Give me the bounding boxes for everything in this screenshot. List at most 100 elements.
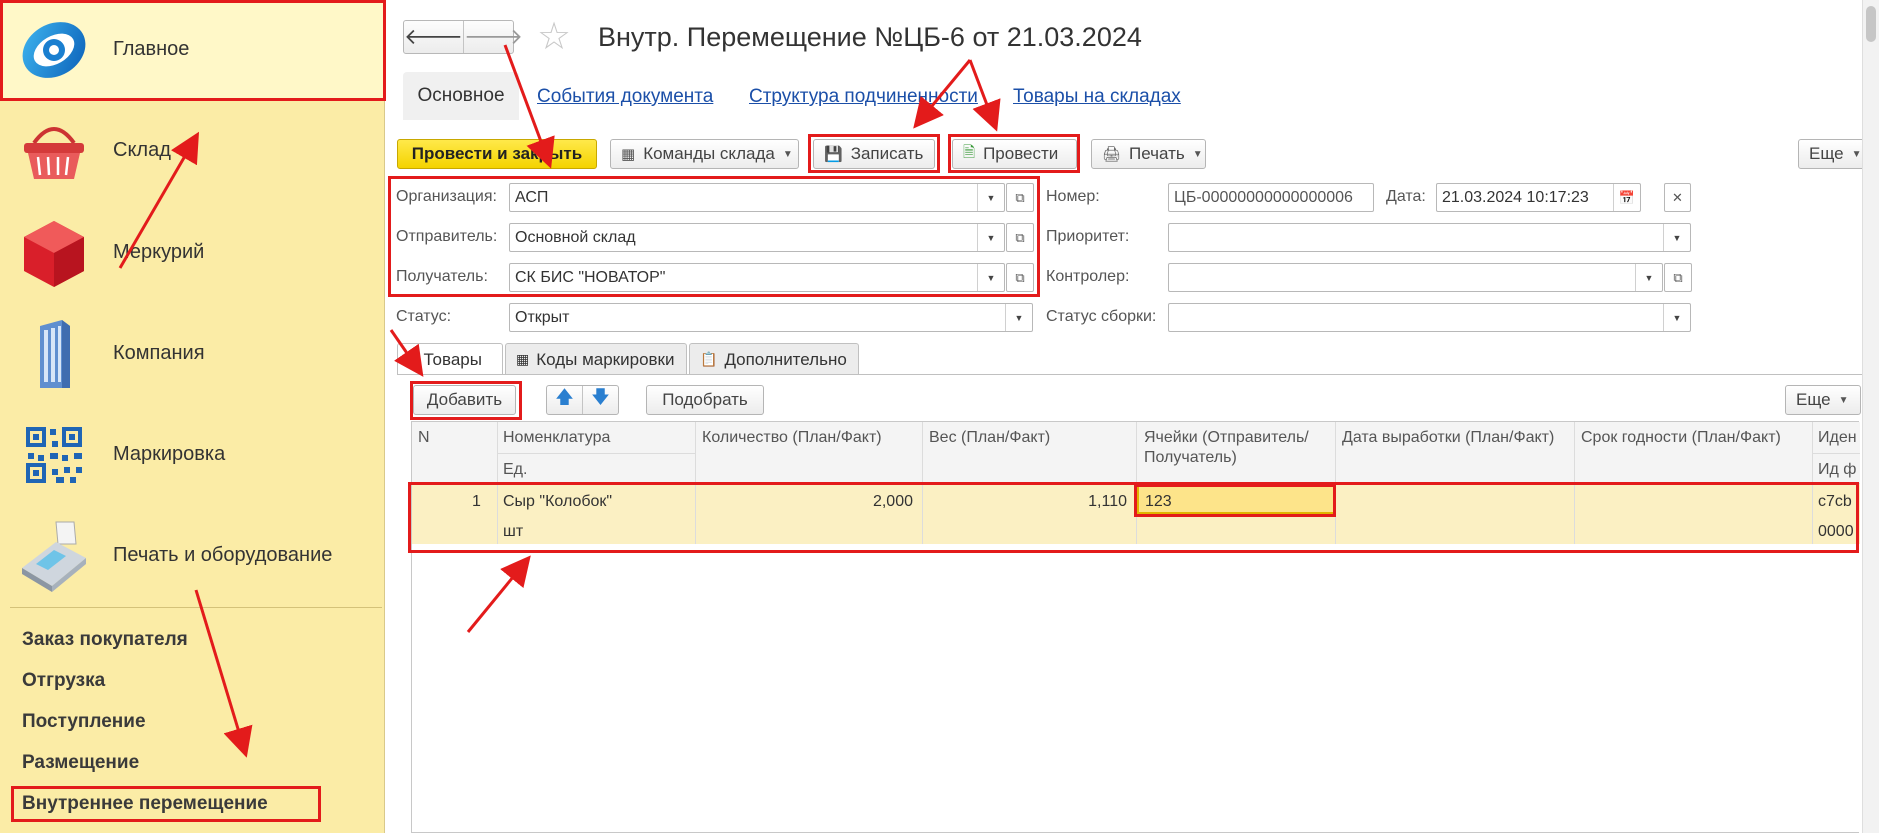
org-field[interactable]: АСП ▼ — [509, 183, 1005, 212]
tab-main[interactable]: Основное — [403, 72, 519, 120]
date-label: Дата: — [1386, 188, 1426, 205]
row-unit[interactable]: шт — [503, 523, 523, 541]
row-n: 1 — [472, 493, 481, 510]
chevron-down-icon[interactable]: ▼ — [1635, 264, 1662, 291]
star-icon[interactable]: ☆ — [537, 18, 571, 56]
tab-document-events[interactable]: События документа — [537, 86, 713, 108]
sidebar-section-warehouse[interactable]: Склад — [0, 101, 384, 201]
chevron-down-icon[interactable]: ▼ — [977, 184, 1004, 211]
warehouse-commands-button[interactable]: ▦ Команды склада ▼ — [610, 139, 799, 169]
floppy-disk-icon: 💾 — [824, 146, 843, 163]
back-button[interactable]: 🡐 — [404, 21, 463, 53]
number-field[interactable]: ЦБ-00000000000000006 — [1168, 183, 1374, 212]
row-ident[interactable]: c7cb — [1818, 493, 1852, 511]
row-qty[interactable]: 2,000 — [695, 493, 913, 511]
tab-goods[interactable]: ■ Товары — [397, 343, 503, 375]
sidebar-link-customer-order[interactable]: Заказ покупателя — [22, 629, 188, 651]
sidebar-section-printing[interactable]: Печать и оборудование — [0, 506, 384, 606]
receiver-open-button[interactable]: ⧉ — [1006, 263, 1034, 292]
add-button[interactable]: Добавить — [413, 385, 516, 415]
org-label: Организация: — [396, 188, 497, 205]
sidebar-link-internal-transfer[interactable]: Внутреннее перемещение — [22, 793, 268, 815]
sender-open-button[interactable]: ⧉ — [1006, 223, 1034, 252]
chevron-down-icon[interactable]: ▼ — [1663, 224, 1690, 251]
org-open-button[interactable]: ⧉ — [1006, 183, 1034, 212]
printer-terminal-icon — [22, 521, 86, 592]
row-name[interactable]: Сыр "Колобок" — [503, 493, 612, 511]
assembly-status-field[interactable]: ▼ — [1168, 303, 1691, 332]
chevron-down-icon: ▼ — [782, 148, 793, 160]
shopping-basket-icon — [24, 127, 84, 179]
sidebar-section-marking[interactable]: Маркировка — [0, 405, 384, 505]
window-scrollbar[interactable] — [1862, 0, 1879, 833]
cube-icon — [24, 221, 84, 287]
sidebar-divider — [10, 607, 382, 608]
forward-button[interactable]: 🡒 — [463, 21, 523, 53]
sidebar-link-shipment[interactable]: Отгрузка — [22, 670, 105, 692]
tab-additional[interactable]: 📋 Дополнительно — [689, 343, 859, 375]
sender-field[interactable]: Основной склад ▼ — [509, 223, 1005, 252]
col-header-qty: Количество (План/Факт) — [702, 429, 882, 446]
col-header-weight: Вес (План/Факт) — [929, 429, 1051, 446]
arrow-left-icon: 🡐 — [404, 24, 463, 49]
priority-field[interactable]: ▼ — [1168, 223, 1691, 252]
row-cells[interactable]: 123 — [1145, 493, 1172, 511]
printer-icon: 🖨 — [1102, 146, 1122, 163]
building-icon — [40, 320, 70, 388]
number-value: ЦБ-00000000000000006 — [1174, 189, 1353, 206]
col-sep — [1136, 484, 1137, 544]
scrollbar-thumb[interactable] — [1866, 6, 1876, 42]
chevron-down-icon: ▼ — [1192, 148, 1203, 160]
controller-label: Контролер: — [1046, 268, 1130, 285]
open-window-icon: ⧉ — [1015, 189, 1025, 205]
table-more-button[interactable]: Еще ▼ — [1785, 385, 1861, 415]
receiver-field[interactable]: СК БИС "НОВАТОР" ▼ — [509, 263, 1005, 292]
chevron-down-icon[interactable]: ▼ — [977, 224, 1004, 251]
post-and-close-button[interactable]: Провести и закрыть — [397, 139, 597, 169]
page-title: Внутр. Перемещение №ЦБ-6 от 21.03.2024 — [598, 22, 1142, 52]
save-label: Записать — [850, 144, 924, 163]
sidebar: Главное Склад Меркурий Компания Маркиров… — [0, 0, 385, 833]
tab-subordination-structure[interactable]: Структура подчиненности — [749, 86, 978, 108]
controller-open-button[interactable]: ⧉ — [1664, 263, 1692, 292]
chevron-down-icon[interactable]: ▼ — [977, 264, 1004, 291]
row-weight[interactable]: 1,110 — [922, 493, 1127, 511]
controller-field[interactable]: ▼ — [1168, 263, 1663, 292]
print-button[interactable]: 🖨 Печать ▼ — [1091, 139, 1206, 169]
sidebar-section-label: Склад — [113, 139, 171, 161]
org-value: АСП — [515, 189, 549, 206]
status-field[interactable]: Открыт ▼ — [509, 303, 1033, 332]
sidebar-section-main[interactable]: Главное — [0, 0, 384, 100]
col-header-prod-date: Дата выработки (План/Факт) — [1342, 429, 1555, 446]
post-button[interactable]: 🗎 Провести — [952, 139, 1077, 169]
open-window-icon: ⧉ — [1015, 269, 1025, 285]
sidebar-link-receipt[interactable]: Поступление — [22, 711, 146, 733]
calendar-icon[interactable]: 📅 — [1613, 184, 1640, 211]
sidebar-section-company[interactable]: Компания — [0, 304, 384, 404]
clear-date-button[interactable]: ✕ — [1664, 183, 1691, 212]
sidebar-section-label: Главное — [113, 38, 190, 60]
open-window-icon: ⧉ — [1673, 269, 1683, 285]
sidebar-link-placement[interactable]: Размещение — [22, 752, 139, 774]
move-up-icon[interactable]: 🡅 — [547, 385, 582, 415]
header-split — [497, 453, 695, 454]
warehouse-commands-label: Команды склада — [643, 144, 775, 163]
tab-marking-codes-label: Коды маркировки — [536, 349, 675, 369]
sidebar-section-mercury[interactable]: Меркурий — [0, 203, 384, 303]
goods-icon: ■ — [408, 351, 417, 368]
status-label: Статус: — [396, 308, 452, 325]
chevron-down-icon[interactable]: ▼ — [1663, 304, 1690, 331]
tab-warehouse-goods[interactable]: Товары на складах — [1013, 86, 1181, 108]
row-ident-sub[interactable]: 0000 — [1818, 523, 1854, 541]
select-button[interactable]: Подобрать — [646, 385, 764, 415]
sidebar-section-label: Компания — [113, 342, 205, 364]
tab-marking-codes[interactable]: ▦ Коды маркировки — [505, 343, 687, 375]
col-sep — [1574, 422, 1575, 483]
move-down-icon[interactable]: 🡇 — [583, 385, 618, 415]
save-button[interactable]: 💾 Записать — [813, 139, 935, 169]
chevron-down-icon[interactable]: ▼ — [1005, 304, 1032, 331]
sidebar-section-label: Печать и оборудование — [113, 544, 333, 566]
sender-label: Отправитель: — [396, 228, 498, 245]
date-field[interactable]: 21.03.2024 10:17:23 📅 — [1436, 183, 1641, 212]
more-button[interactable]: Еще ▼ — [1798, 139, 1868, 169]
